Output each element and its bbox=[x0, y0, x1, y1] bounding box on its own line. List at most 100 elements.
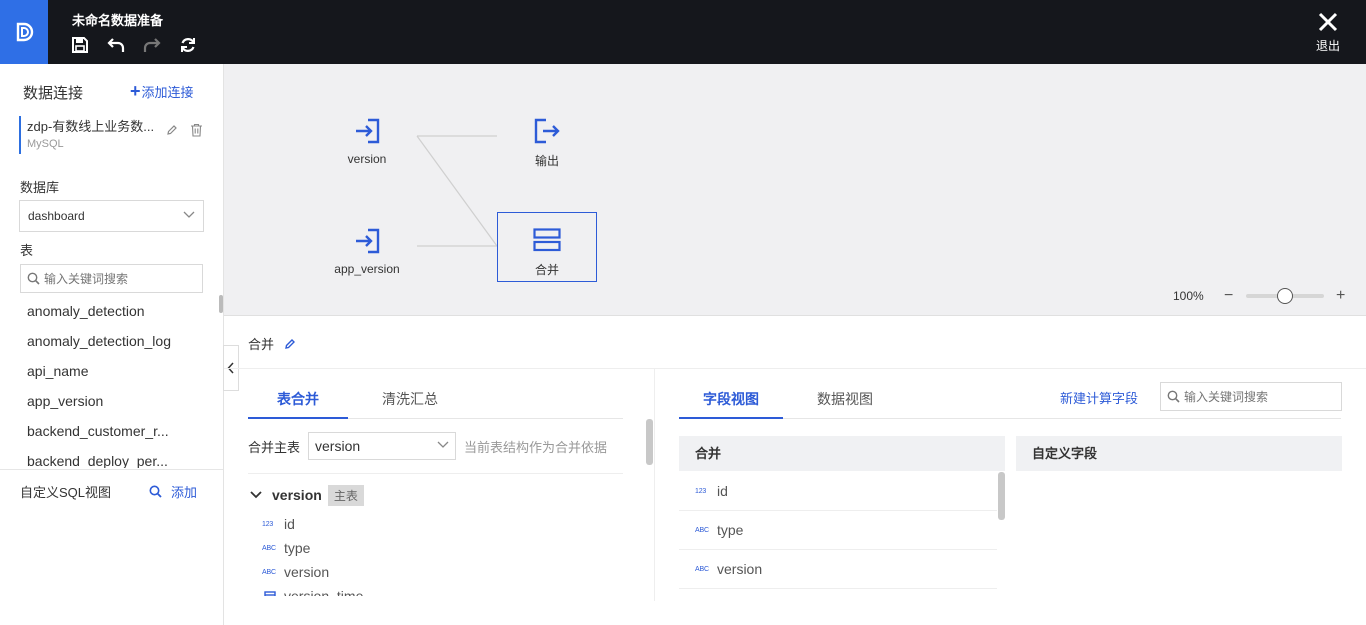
search-icon bbox=[149, 485, 162, 498]
tab-clean-summary[interactable]: 清洗汇总 bbox=[348, 383, 472, 419]
merge-main-select[interactable]: version bbox=[308, 432, 457, 460]
field-name: type bbox=[717, 522, 744, 538]
exit-button[interactable]: 退出 bbox=[1312, 12, 1344, 54]
document-title: 未命名数据准备 bbox=[72, 13, 164, 28]
flow-canvas[interactable]: version 输出 app_version 合并 100% − + bbox=[224, 64, 1366, 316]
refresh-button[interactable] bbox=[178, 35, 198, 55]
merge-column-header: 合并 bbox=[679, 436, 1005, 471]
add-sql-view-button[interactable]: 添加 bbox=[149, 482, 197, 501]
custom-sql-label: 自定义SQL视图 bbox=[20, 485, 112, 500]
redo-button[interactable] bbox=[142, 35, 162, 55]
merge-main-value: version bbox=[315, 438, 361, 454]
database-label: 数据库 bbox=[20, 180, 60, 195]
left-panel-scrollbar[interactable] bbox=[646, 419, 653, 465]
tree-field: 123 id bbox=[248, 512, 628, 536]
merge-icon bbox=[533, 228, 561, 252]
sidebar-divider bbox=[0, 469, 223, 470]
add-connection-label: 添加连接 bbox=[141, 85, 194, 100]
add-sql-label: 添加 bbox=[171, 485, 198, 500]
sidebar: 数据连接 + 添加连接 zdp-有数线上业务数... MySQL 数据库 das… bbox=[0, 64, 224, 625]
chevron-down-icon bbox=[437, 441, 449, 448]
text-type-icon: ABC bbox=[262, 568, 276, 576]
panel-title-text: 合并 bbox=[248, 337, 275, 352]
zoom-slider[interactable] bbox=[1245, 288, 1324, 304]
table-tree: version 主表 123 id ABC type ABC version v… bbox=[248, 484, 628, 596]
merge-field-scrollbar[interactable] bbox=[998, 472, 1005, 520]
zoom-control: 100% − + bbox=[1173, 287, 1348, 305]
field-name: version_time bbox=[284, 588, 364, 596]
edit-icon[interactable] bbox=[166, 124, 178, 136]
table-label: 表 bbox=[20, 243, 34, 258]
text-type-icon: ABC bbox=[695, 565, 709, 573]
zoom-out-button[interactable]: − bbox=[1222, 287, 1236, 305]
node-output[interactable]: 输出 bbox=[497, 108, 597, 178]
logo-icon bbox=[16, 22, 34, 42]
main-table-badge: 主表 bbox=[327, 484, 364, 506]
zoom-value: 100% bbox=[1173, 289, 1204, 303]
node-app-version[interactable]: app_version bbox=[317, 218, 417, 288]
list-item[interactable]: ABC type bbox=[679, 511, 997, 550]
add-connection-button[interactable]: + 添加连接 bbox=[130, 82, 194, 101]
header-toolbar bbox=[70, 35, 198, 55]
merge-main-label: 合并主表 bbox=[248, 439, 301, 455]
zoom-slider-handle[interactable] bbox=[1276, 288, 1293, 304]
merge-main-row: 合并主表 version 当前表结构作为合并依据 bbox=[248, 432, 607, 460]
field-search-input[interactable] bbox=[1184, 389, 1334, 404]
close-icon bbox=[1318, 12, 1338, 32]
table-row[interactable]: anomaly_detection_log bbox=[0, 326, 200, 356]
field-search[interactable] bbox=[1160, 382, 1342, 411]
tab-data-view[interactable]: 数据视图 bbox=[783, 383, 907, 419]
table-row[interactable]: api_name bbox=[0, 356, 200, 386]
undo-button[interactable] bbox=[106, 35, 126, 55]
redo-icon bbox=[143, 38, 161, 52]
plus-icon: + bbox=[130, 81, 141, 101]
number-type-icon: 123 bbox=[695, 487, 707, 495]
app-logo[interactable] bbox=[0, 0, 48, 64]
zoom-in-button[interactable]: + bbox=[1334, 287, 1348, 305]
chevron-down-icon[interactable] bbox=[250, 491, 262, 499]
field-name: id bbox=[284, 516, 295, 532]
text-type-icon: ABC bbox=[262, 544, 276, 552]
field-name: id bbox=[717, 483, 728, 499]
tab-field-view[interactable]: 字段视图 bbox=[679, 383, 783, 419]
list-item[interactable]: 123 id bbox=[679, 472, 997, 511]
field-name: version bbox=[717, 561, 763, 577]
table-search[interactable] bbox=[20, 264, 203, 293]
new-calculated-field-button[interactable]: 新建计算字段 bbox=[1060, 388, 1138, 407]
data-connection-title: 数据连接 bbox=[23, 85, 84, 102]
tree-node[interactable]: version 主表 bbox=[248, 484, 628, 506]
tab-table-merge[interactable]: 表合并 bbox=[248, 383, 348, 419]
delete-icon[interactable] bbox=[190, 123, 203, 137]
node-version[interactable]: version bbox=[317, 108, 417, 178]
custom-field-column-header: 自定义字段 bbox=[1016, 436, 1342, 471]
database-select[interactable]: dashboard bbox=[19, 200, 204, 232]
tree-table-name: version bbox=[272, 487, 322, 503]
node-label: version bbox=[347, 152, 387, 166]
table-row[interactable]: anomaly_detection bbox=[0, 296, 200, 326]
date-type-icon bbox=[264, 591, 276, 596]
table-row[interactable]: backend_customer_r... bbox=[0, 416, 200, 446]
table-list-scrollbar[interactable] bbox=[219, 295, 223, 313]
node-merge[interactable]: 合并 bbox=[497, 212, 597, 282]
input-icon bbox=[356, 228, 380, 254]
input-icon bbox=[356, 118, 380, 144]
node-label: 输出 bbox=[534, 154, 559, 168]
tree-field: ABC version bbox=[248, 560, 628, 584]
save-button[interactable] bbox=[70, 35, 90, 55]
table-search-input[interactable] bbox=[44, 271, 194, 286]
table-row[interactable]: app_version bbox=[0, 386, 200, 416]
connection-item[interactable]: zdp-有数线上业务数... MySQL bbox=[19, 116, 205, 154]
table-list: anomaly_detection anomaly_detection_log … bbox=[0, 296, 218, 468]
panel-divider bbox=[224, 368, 1366, 369]
refresh-icon bbox=[181, 38, 195, 52]
table-row[interactable]: backend_deploy_per... bbox=[0, 446, 200, 468]
edit-icon[interactable] bbox=[284, 338, 296, 350]
list-item[interactable]: ABC version bbox=[679, 550, 997, 589]
left-tabs: 表合并 清洗汇总 bbox=[248, 383, 623, 419]
output-icon bbox=[534, 118, 560, 144]
node-label: app_version bbox=[334, 262, 400, 276]
undo-icon bbox=[107, 38, 125, 52]
merge-hint: 当前表结构作为合并依据 bbox=[464, 439, 608, 455]
chevron-down-icon bbox=[183, 211, 195, 218]
field-name: version bbox=[284, 564, 330, 580]
